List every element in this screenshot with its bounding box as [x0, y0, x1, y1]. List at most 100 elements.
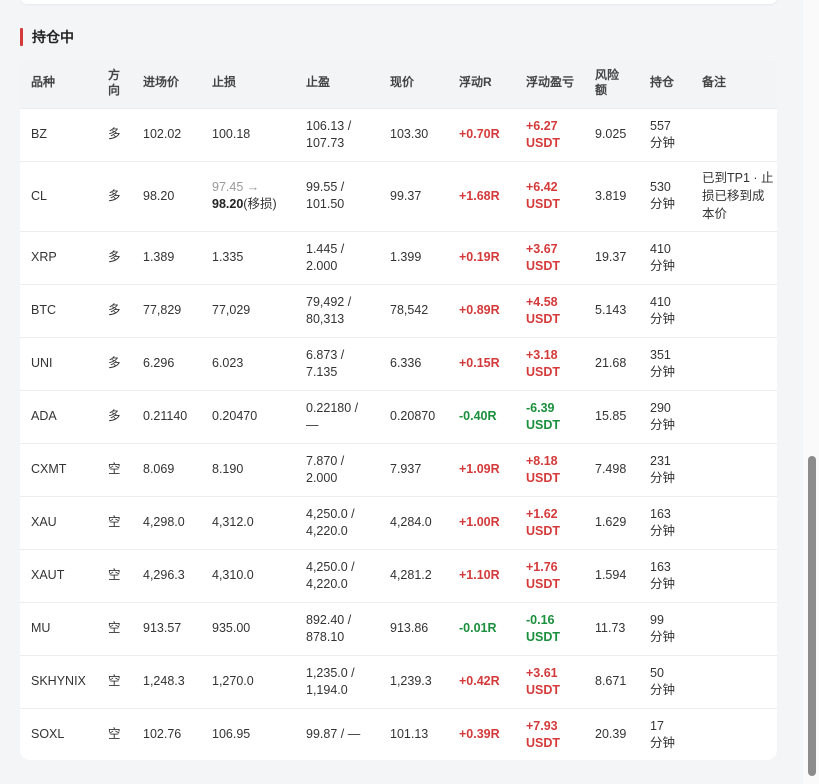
cell-symbol: ADA: [31, 409, 57, 423]
cell-price: 0.20870: [390, 409, 436, 423]
cell-holding: 163 分钟: [650, 559, 676, 591]
cell-symbol: BZ: [31, 127, 47, 141]
cell-holding: 290 分钟: [650, 400, 676, 432]
cell-entry: 0.21140: [143, 409, 188, 423]
cell-float-pnl: +1.76 USDT: [526, 559, 561, 591]
cell-stop-loss: 97.45 → 98.20(移损): [201, 161, 295, 231]
cell-side: 多: [108, 188, 121, 203]
cell-note: 已到TP1 · 止损已移到成本价: [702, 171, 774, 221]
section-title: 持仓中: [32, 29, 74, 45]
cell-note: [691, 337, 777, 390]
col-header-stop-loss: 止损: [212, 75, 237, 90]
cell-stop-loss: 100.18: [212, 127, 251, 141]
cell-float-r: +0.19R: [459, 250, 500, 264]
scrollbar-thumb[interactable]: [808, 456, 816, 776]
cell-risk: 15.85: [595, 409, 627, 423]
col-header-float-r: 浮动R: [459, 75, 492, 90]
cell-price: 103.30: [390, 127, 429, 141]
cell-note: [691, 231, 777, 284]
cell-risk: 8.671: [595, 674, 627, 688]
table-row: XAUT 空 4,296.3 4,310.0 4,250.0 /4,220.0 4,281…: [20, 549, 777, 602]
cell-risk: 3.819: [595, 188, 627, 203]
cell-take-profit: 4,250.0 /4,220.0: [306, 506, 355, 538]
cell-entry: 8.069: [143, 462, 175, 476]
cell-side: 空: [108, 727, 121, 742]
table-row: CL 多 98.20 97.45 → 98.20(移损) 99.55 /101.50 99.…: [20, 161, 777, 231]
positions-table-card: 品种 方向 进场价 止损 止盈 现价 浮动R 浮动盈亏 风险额 持仓 备注 BZ…: [20, 58, 777, 760]
col-header-holding: 持仓: [650, 75, 675, 90]
table-row: XRP 多 1.389 1.335 1.445 /2.000 1.399 +0.19R +3.…: [20, 231, 777, 284]
table-row: MU 空 913.57 935.00 892.40 /878.10 913.86 -0.01…: [20, 602, 777, 655]
cell-holding: 99 分钟: [650, 612, 676, 644]
cell-stop-loss: 77,029: [212, 303, 251, 317]
cell-stop-loss: 1.335: [212, 250, 244, 264]
cell-float-r: +1.10R: [459, 568, 500, 582]
cell-note: [691, 108, 777, 161]
cell-entry: 4,296.3: [143, 568, 185, 582]
cell-note: [691, 655, 777, 708]
cell-take-profit: 1,235.0 /1,194.0: [306, 665, 355, 697]
cell-stop-loss: 4,312.0: [212, 515, 254, 529]
cell-risk: 9.025: [595, 127, 627, 141]
cell-stop-loss: 935.00: [212, 621, 251, 635]
cell-entry: 1.389: [143, 250, 175, 264]
cell-entry: 1,248.3: [143, 674, 185, 688]
cell-side: 空: [108, 462, 121, 476]
cell-price: 6.336: [390, 356, 422, 370]
previous-card: [20, 0, 777, 4]
table-row: BTC 多 77,829 77,029 79,492 /80,313 78,542 +0.8…: [20, 284, 777, 337]
col-header-entry: 进场价: [143, 75, 180, 90]
cell-holding: 410 分钟: [650, 294, 676, 326]
cell-side: 多: [108, 409, 121, 423]
cell-price: 78,542: [390, 303, 429, 317]
cell-note: [691, 549, 777, 602]
cell-price: 1,239.3: [390, 674, 432, 688]
table-header-row: 品种 方向 进场价 止损 止盈 现价 浮动R 浮动盈亏 风险额 持仓 备注: [20, 58, 777, 108]
cell-float-r: +0.42R: [459, 674, 500, 688]
cell-side: 多: [108, 127, 121, 141]
cell-take-profit: 1.445 /2.000: [306, 241, 345, 273]
cell-take-profit: 99.55 /101.50: [306, 180, 345, 211]
stop-loss-note: (移损): [243, 197, 277, 211]
cell-float-r: -0.40R: [459, 409, 497, 423]
cell-note: [691, 443, 777, 496]
cell-risk: 7.498: [595, 462, 627, 476]
cell-stop-loss: 0.20470: [212, 409, 258, 423]
cell-side: 多: [108, 250, 121, 264]
col-header-note: 备注: [702, 75, 727, 90]
table-row: BZ 多 102.02 100.18 106.13 /107.73 103.30 +0.70…: [20, 108, 777, 161]
cell-take-profit: 6.873 /7.135: [306, 347, 345, 379]
cell-float-pnl: +1.62 USDT: [526, 506, 561, 538]
cell-float-r: -0.01R: [459, 621, 497, 635]
cell-symbol: UNI: [31, 356, 53, 370]
cell-price: 913.86: [390, 621, 429, 635]
cell-holding: 351 分钟: [650, 347, 676, 379]
cell-price: 101.13: [390, 727, 429, 742]
cell-price: 4,281.2: [390, 568, 432, 582]
cell-float-pnl: +3.61 USDT: [526, 665, 561, 697]
cell-side: 多: [108, 356, 121, 370]
cell-float-pnl: +3.67 USDT: [526, 241, 561, 273]
cell-float-r: +1.68R: [459, 188, 500, 203]
col-header-price: 现价: [390, 75, 415, 90]
cell-risk: 21.68: [595, 356, 627, 370]
stop-loss-old: 97.45 →: [212, 180, 260, 194]
section-header: 持仓中: [20, 27, 74, 47]
cell-symbol: MU: [31, 621, 51, 635]
cell-stop-loss: 1,270.0: [212, 674, 254, 688]
table-row: SKHYNIX 空 1,248.3 1,270.0 1,235.0 /1,194.0 1,…: [20, 655, 777, 708]
table-row: SOXL 空 102.76 106.95 99.87 / — 101.13 +0.39R +7…: [20, 708, 777, 760]
cell-note: [691, 284, 777, 337]
cell-float-pnl: +6.42 USDT: [526, 180, 561, 211]
cell-take-profit: 99.87 / —: [306, 727, 361, 742]
cell-side: 多: [108, 303, 121, 317]
cell-entry: 77,829: [143, 303, 182, 317]
cell-symbol: CXMT: [31, 462, 67, 476]
cell-holding: 50 分钟: [650, 665, 676, 697]
cell-symbol: SOXL: [31, 727, 65, 742]
cell-side: 空: [108, 515, 121, 529]
cell-float-pnl: +8.18 USDT: [526, 453, 561, 485]
col-header-side: 方向: [108, 67, 121, 97]
col-header-float-pnl: 浮动盈亏: [526, 75, 575, 90]
cell-side: 空: [108, 674, 121, 688]
